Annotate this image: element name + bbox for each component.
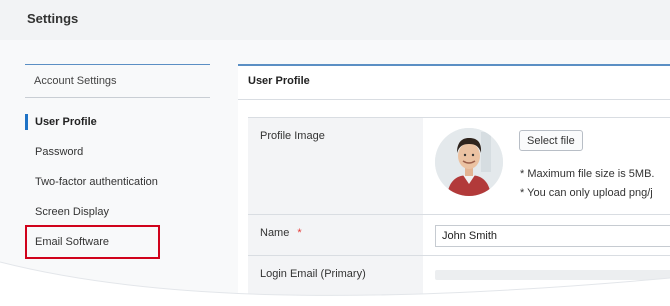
sidebar-item-label: Password: [35, 146, 84, 158]
login-email-label: Login Email (Primary): [248, 256, 423, 296]
sidebar-item-password[interactable]: Password: [25, 140, 210, 164]
panel-divider: [238, 99, 670, 100]
settings-sidebar: Account Settings User Profile Password T…: [25, 64, 210, 259]
profile-form: Profile Image Select file * Maximum file…: [248, 117, 670, 297]
panel-top-border: [238, 64, 670, 66]
user-profile-panel: User Profile Profile Image Select file *…: [238, 64, 670, 306]
panel-title: User Profile: [248, 75, 310, 87]
sidebar-item-screen-display[interactable]: Screen Display: [25, 200, 210, 224]
name-value: [423, 215, 670, 255]
profile-image-value: Select file * Maximum file size is 5MB. …: [423, 118, 670, 214]
name-row: Name *: [248, 215, 670, 256]
sidebar-header: Account Settings: [25, 64, 210, 98]
avatar-image: [435, 128, 503, 196]
login-email-value: [423, 256, 670, 296]
file-size-note: * Maximum file size is 5MB.: [520, 168, 655, 180]
select-file-button[interactable]: Select file: [519, 130, 583, 151]
required-mark: *: [297, 227, 302, 239]
sidebar-item-user-profile[interactable]: User Profile: [25, 110, 210, 134]
login-email-row: Login Email (Primary): [248, 256, 670, 297]
profile-image-row: Profile Image Select file * Maximum file…: [248, 118, 670, 215]
sidebar-item-label: User Profile: [35, 116, 97, 128]
sidebar-item-label: Email Software: [35, 236, 109, 248]
file-type-note: * You can only upload png/j: [520, 187, 653, 199]
sidebar-item-label: Two-factor authentication: [35, 176, 158, 188]
page-title: Settings: [27, 11, 79, 26]
header-bar: Settings: [0, 0, 670, 40]
profile-image-label: Profile Image: [248, 118, 423, 214]
sidebar-item-two-factor-authentication[interactable]: Two-factor authentication: [25, 170, 210, 194]
name-label-text: Name: [260, 227, 290, 239]
sidebar-item-email-software[interactable]: Email Software: [25, 225, 160, 259]
sidebar-item-label: Screen Display: [35, 206, 109, 218]
avatar: [435, 128, 503, 196]
name-label: Name *: [248, 215, 423, 255]
login-email-placeholder: [435, 270, 670, 280]
name-input[interactable]: [435, 225, 670, 247]
